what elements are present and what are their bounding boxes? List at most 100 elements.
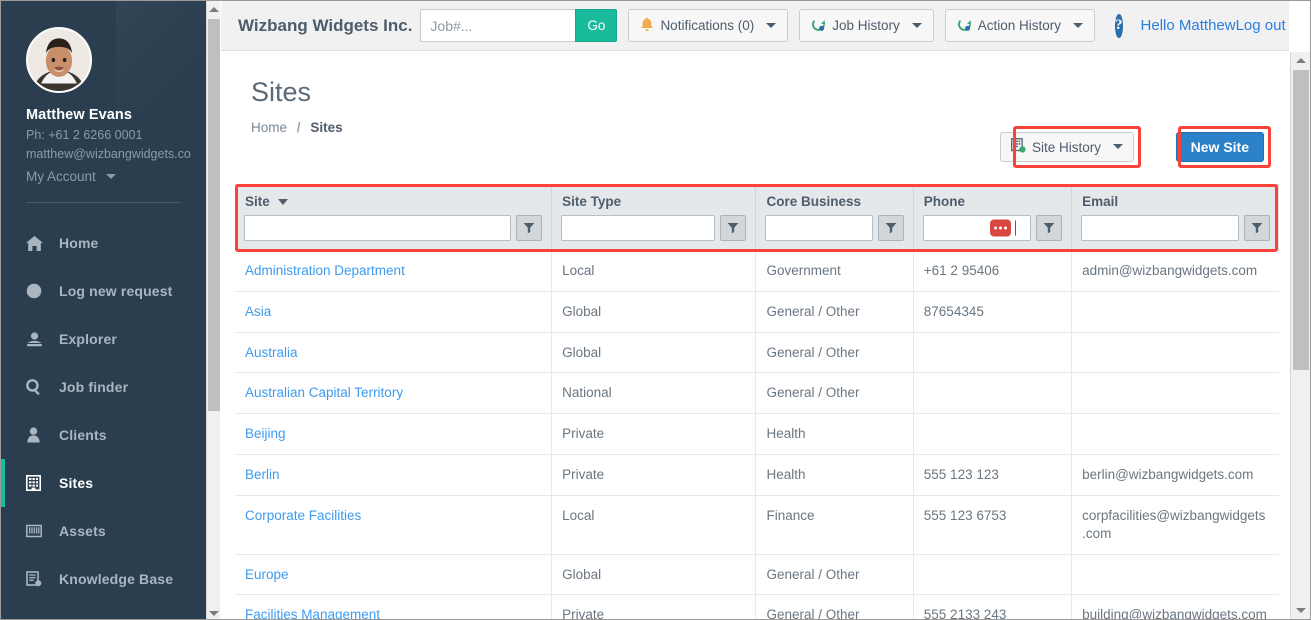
cell-email: berlin@wizbangwidgets.com bbox=[1071, 454, 1279, 496]
table-row: Australian Capital Territory National Gene… bbox=[235, 372, 1279, 415]
sites-grid: Site Site Type Core Business Phone Email… bbox=[235, 184, 1279, 619]
table-row: Europe Global General / Other bbox=[235, 554, 1279, 596]
sidebar-item-job-finder[interactable]: Job finder bbox=[1, 363, 206, 411]
sidebar-item-assets[interactable]: Assets bbox=[1, 507, 206, 555]
funnel-icon[interactable] bbox=[516, 215, 543, 241]
table-header-row: Site Site Type Core Business Phone Email bbox=[235, 184, 1279, 251]
table-row: Berlin Private Health 555 123 123 berlin@wiz… bbox=[235, 454, 1279, 496]
column-header-label-wrap[interactable]: Email bbox=[1072, 185, 1279, 215]
site-link[interactable]: Corporate Facilities bbox=[245, 508, 361, 523]
site-history-dropdown[interactable]: Site History bbox=[999, 132, 1134, 162]
sidebar-item-knowledge-base[interactable]: Knowledge Base bbox=[1, 555, 206, 603]
cell-core-business: General / Other bbox=[755, 291, 914, 333]
cell-email bbox=[1071, 332, 1279, 374]
cell-site: Australia bbox=[235, 332, 553, 374]
breadcrumb-separator: / bbox=[296, 119, 301, 135]
cell-site-type: Private bbox=[551, 594, 757, 619]
cell-core-business: Health bbox=[755, 413, 914, 456]
column-header-label-wrap[interactable]: Core Business bbox=[756, 185, 912, 215]
divider bbox=[26, 202, 181, 203]
sidebar-item-label: Knowledge Base bbox=[59, 571, 174, 587]
breadcrumb-home[interactable]: Home bbox=[251, 120, 287, 135]
sidebar-item-label: Log new request bbox=[59, 283, 173, 299]
table-row: Administration Department Local Government… bbox=[235, 250, 1279, 292]
sidebar-scrollbar[interactable] bbox=[206, 1, 221, 619]
sidebar-item-log-new-request[interactable]: Log new request bbox=[1, 267, 206, 315]
funnel-icon[interactable] bbox=[720, 215, 747, 241]
column-header-label-wrap[interactable]: Site Type bbox=[552, 185, 755, 215]
cell-phone: 555 123 123 bbox=[913, 454, 1073, 496]
cell-email bbox=[1071, 554, 1279, 596]
sidebar-item-label: Assets bbox=[59, 523, 106, 539]
site-link[interactable]: Facilities Management bbox=[245, 607, 380, 619]
scroll-up-arrow-icon[interactable] bbox=[207, 1, 221, 17]
building-history-icon bbox=[1010, 137, 1026, 156]
sidebar-item-label: Home bbox=[59, 235, 99, 251]
go-button[interactable]: Go bbox=[575, 9, 618, 42]
funnel-icon[interactable] bbox=[1036, 215, 1063, 241]
greeting-link[interactable]: Hello Matthew bbox=[1141, 17, 1236, 34]
scroll-down-arrow-icon[interactable] bbox=[1291, 602, 1310, 619]
site-link[interactable]: Australia bbox=[245, 345, 298, 360]
funnel-icon[interactable] bbox=[1244, 215, 1270, 241]
new-site-button[interactable]: New Site bbox=[1175, 132, 1264, 162]
cell-site-type: Local bbox=[551, 250, 757, 292]
column-header-label-wrap[interactable]: Site bbox=[235, 185, 551, 215]
page-title: Sites bbox=[251, 77, 312, 107]
assets-icon bbox=[26, 524, 48, 538]
site-link[interactable]: Australian Capital Territory bbox=[245, 385, 403, 400]
magnifier-icon bbox=[26, 379, 48, 395]
logout-link[interactable]: Log out bbox=[1236, 17, 1286, 34]
site-link[interactable]: Europe bbox=[245, 567, 289, 582]
funnel-icon[interactable] bbox=[877, 215, 904, 241]
action-history-dropdown[interactable]: Action History bbox=[944, 9, 1096, 42]
cell-phone: 87654345 bbox=[913, 291, 1073, 333]
scroll-up-arrow-icon[interactable] bbox=[1291, 52, 1310, 69]
my-account-menu[interactable]: My Account bbox=[1, 169, 206, 184]
avatar bbox=[26, 27, 92, 93]
sidebar-item-sites[interactable]: Sites bbox=[1, 459, 206, 507]
core-business-filter-input[interactable] bbox=[765, 215, 873, 241]
cell-core-business: Finance bbox=[755, 495, 914, 555]
sidebar-item-explorer[interactable]: Explorer bbox=[1, 315, 206, 363]
page-scrollbar-thumb[interactable] bbox=[1293, 70, 1309, 370]
site-link[interactable]: Beijing bbox=[245, 426, 286, 441]
page-scrollbar[interactable] bbox=[1290, 52, 1310, 619]
chevron-down-icon bbox=[1113, 144, 1123, 149]
sidebar: Matthew Evans Ph: +61 2 6266 0001 matthe… bbox=[1, 1, 206, 619]
cell-email bbox=[1071, 372, 1279, 415]
column-core-business: Core Business bbox=[755, 184, 914, 251]
table-row: Corporate Facilities Local Finance 555 123 … bbox=[235, 495, 1279, 555]
sidebar-item-clients[interactable]: Clients bbox=[1, 411, 206, 459]
sidebar-scrollbar-thumb[interactable] bbox=[208, 19, 220, 411]
help-question-mark-icon[interactable]: ? bbox=[1115, 13, 1123, 38]
bell-icon bbox=[640, 17, 654, 35]
cell-phone bbox=[913, 413, 1073, 456]
scroll-down-arrow-icon[interactable] bbox=[207, 605, 221, 619]
sidebar-nav: Home Log new request Explorer Job finder bbox=[1, 219, 206, 603]
sidebar-item-label: Clients bbox=[59, 427, 107, 443]
job-history-dropdown[interactable]: Job History bbox=[799, 9, 934, 42]
sort-descending-icon[interactable] bbox=[277, 198, 288, 205]
table-row: Beijing Private Health bbox=[235, 413, 1279, 456]
column-site-type: Site Type bbox=[551, 184, 757, 251]
site-link[interactable]: Administration Department bbox=[245, 263, 405, 278]
notifications-dropdown[interactable]: Notifications (0) bbox=[628, 9, 789, 42]
history-clock-icon bbox=[957, 17, 972, 35]
job-number-input[interactable] bbox=[420, 9, 576, 42]
history-clock-icon bbox=[811, 17, 826, 35]
site-filter-input[interactable] bbox=[244, 215, 512, 241]
site-type-filter-input[interactable] bbox=[561, 215, 716, 241]
notifications-label: Notifications (0) bbox=[660, 17, 755, 33]
email-filter-input[interactable] bbox=[1081, 215, 1239, 241]
phone-filter-wrapper bbox=[922, 215, 1032, 241]
site-link[interactable]: Berlin bbox=[245, 467, 280, 482]
site-link[interactable]: Asia bbox=[245, 304, 271, 319]
cell-site-type: National bbox=[551, 372, 757, 415]
column-header-label-wrap[interactable]: Phone bbox=[914, 185, 1071, 215]
cell-site: Corporate Facilities bbox=[235, 495, 553, 555]
column-header-label: Site bbox=[245, 194, 270, 209]
table-body: Administration Department Local Government… bbox=[235, 250, 1279, 619]
sidebar-item-home[interactable]: Home bbox=[1, 219, 206, 267]
red-dots-badge-icon bbox=[990, 219, 1012, 237]
